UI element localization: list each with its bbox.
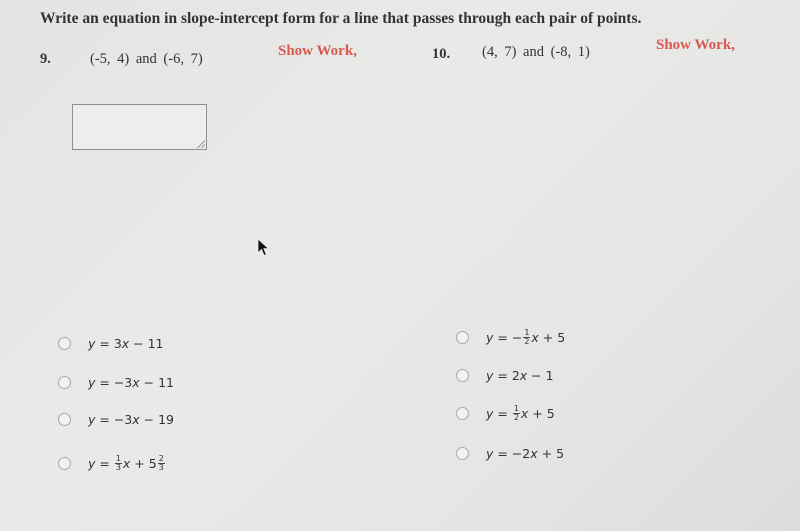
fraction-denominator: 2 xyxy=(513,413,519,422)
equation-variable: y xyxy=(486,406,494,421)
equation-variable: y xyxy=(486,446,494,461)
equation-variable: x xyxy=(121,336,130,351)
question-9-points: (-5, 4) and (-6, 7) xyxy=(90,51,203,67)
question-9-option-1[interactable]: y = 3x − 11 xyxy=(58,336,164,351)
radio-button[interactable] xyxy=(58,376,71,389)
equation-variable: y xyxy=(88,336,96,351)
equation-variable: x xyxy=(519,368,528,383)
question-10-option-1[interactable]: y = −1 2 x + 5 xyxy=(456,329,565,346)
option-equation: y = 13x + 523 xyxy=(88,455,166,472)
radio-button[interactable] xyxy=(58,337,71,350)
equation-text: − 11 xyxy=(139,375,174,390)
question-10-number: 10. xyxy=(432,46,451,62)
equation-variable: y xyxy=(88,456,96,471)
equation-text: = −3 xyxy=(95,412,133,427)
equation-text: = −3 xyxy=(95,375,133,390)
equation-variable: x xyxy=(530,446,538,461)
option-equation: y = −3 x − 11 xyxy=(88,375,174,390)
equation-text: + 5 xyxy=(538,330,566,345)
equation-variable: x xyxy=(132,412,140,427)
equation-text: − 11 xyxy=(129,336,164,351)
question-10-points: (4, 7) and (-8, 1) xyxy=(482,44,590,60)
fraction-denominator: 3 xyxy=(158,463,164,472)
radio-button[interactable] xyxy=(58,457,71,470)
slope-fraction: 13 xyxy=(114,455,122,472)
equation-variable: y xyxy=(486,330,494,345)
slope-fraction: 12 xyxy=(523,329,531,346)
equation-variable: y xyxy=(88,412,96,427)
mouse-cursor-icon xyxy=(257,238,270,257)
equation-text: = xyxy=(493,406,512,421)
equation-text: = −2 xyxy=(493,446,531,461)
option-equation: y = −1 2 x + 5 xyxy=(486,329,565,346)
equation-text: = 3 xyxy=(95,336,122,351)
question-10-option-3[interactable]: y = 12x + 5 xyxy=(456,405,555,422)
equation-text: − 19 xyxy=(139,412,174,427)
option-equation: y = −2 x + 5 xyxy=(486,446,564,461)
fraction-denominator: 2 xyxy=(524,337,530,346)
equation-text: + 5 xyxy=(130,456,157,471)
equation-text: − 1 xyxy=(527,368,554,383)
question-9-option-3[interactable]: y = −3 x − 19 xyxy=(58,412,174,427)
radio-button[interactable] xyxy=(456,331,469,344)
equation-variable: x xyxy=(122,456,131,471)
question-10-option-4[interactable]: y = −2 x + 5 xyxy=(456,446,564,461)
equation-text: = − xyxy=(493,330,523,345)
equation-variable: x xyxy=(132,375,140,390)
radio-button[interactable] xyxy=(58,413,71,426)
question-9-number: 9. xyxy=(40,51,51,67)
equation-text: + 5 xyxy=(528,406,555,421)
option-equation: y = 2x − 1 xyxy=(486,368,554,383)
equation-text: + 5 xyxy=(537,446,565,461)
equation-text: = 2 xyxy=(493,368,520,383)
intercept-fraction: 23 xyxy=(157,455,165,472)
question-9-answer-textbox[interactable] xyxy=(72,104,207,150)
option-equation: y = 12x + 5 xyxy=(486,405,555,422)
instructions: Write an equation in slope-intercept for… xyxy=(40,10,642,27)
question-10-option-2[interactable]: y = 2x − 1 xyxy=(456,368,554,383)
radio-button[interactable] xyxy=(456,447,469,460)
equation-variable: y xyxy=(88,375,96,390)
radio-button[interactable] xyxy=(456,369,469,382)
question-10-show-work: Show Work, xyxy=(656,37,735,53)
equation-variable: y xyxy=(486,368,494,383)
question-9-option-2[interactable]: y = −3 x − 11 xyxy=(58,375,174,390)
question-9-show-work: Show Work, xyxy=(278,43,357,59)
option-equation: y = 3x − 11 xyxy=(88,336,164,351)
equation-text: = xyxy=(95,456,114,471)
option-equation: y = −3 x − 19 xyxy=(88,412,174,427)
resize-grip-icon[interactable] xyxy=(197,140,205,148)
slope-fraction: 12 xyxy=(512,405,520,422)
fraction-denominator: 3 xyxy=(115,463,121,472)
equation-variable: x xyxy=(531,330,539,345)
question-9-option-4[interactable]: y = 13x + 523 xyxy=(58,455,166,472)
radio-button[interactable] xyxy=(456,407,469,420)
equation-variable: x xyxy=(520,406,529,421)
